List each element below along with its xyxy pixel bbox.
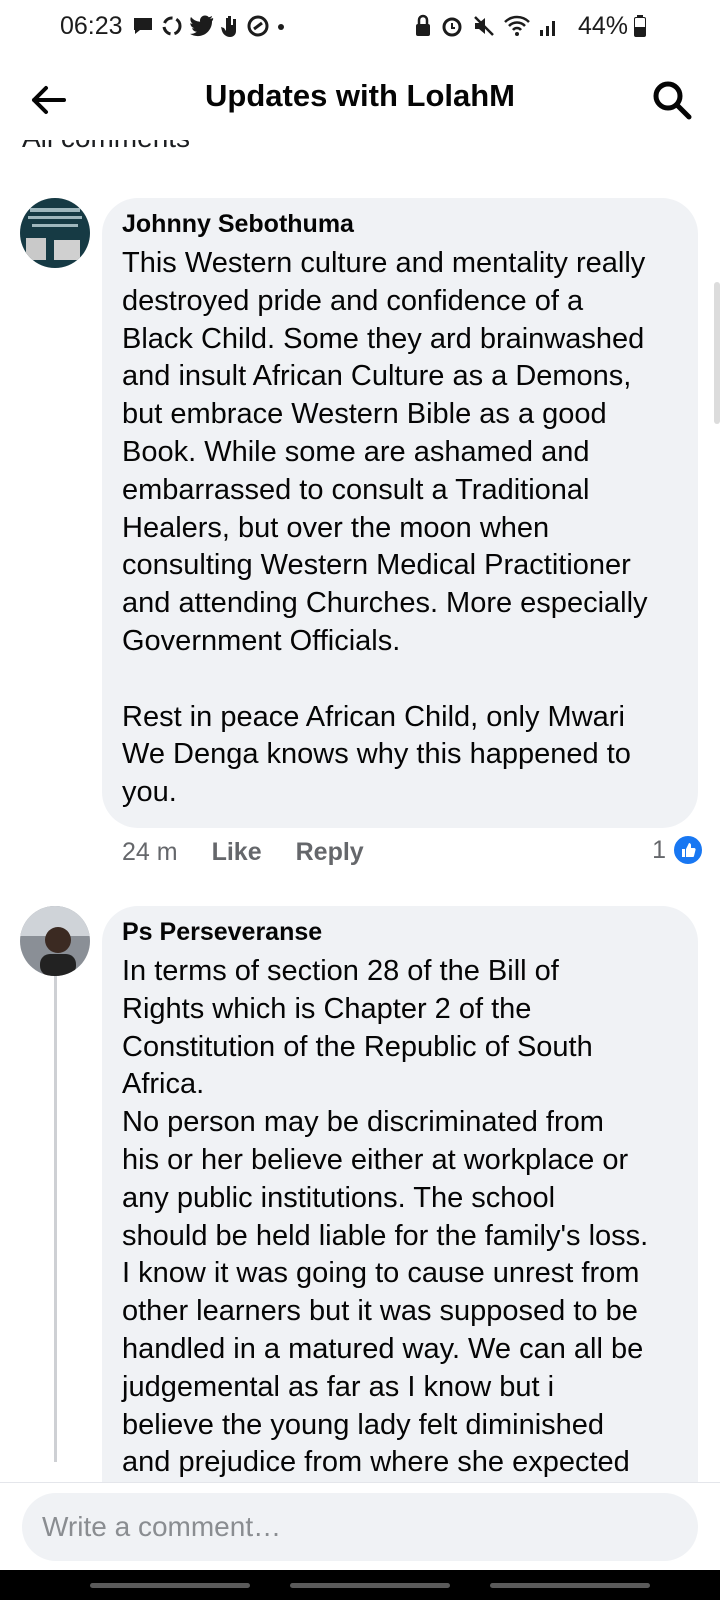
avatar-image	[20, 198, 90, 268]
thumbs-up-icon	[672, 834, 704, 866]
thread-line	[54, 962, 57, 1462]
avatar[interactable]	[20, 198, 90, 268]
alarm-icon	[442, 17, 462, 37]
hand-icon	[221, 16, 236, 37]
comments-filter[interactable]: All comments	[0, 140, 720, 155]
signal-icon	[540, 21, 555, 36]
back-button[interactable]	[490, 1583, 650, 1588]
sync-icon	[162, 16, 182, 36]
battery-percent: 44%	[577, 12, 628, 40]
comment-input[interactable]	[22, 1493, 698, 1561]
home-button[interactable]	[290, 1583, 450, 1588]
system-navigation-bar	[0, 1570, 720, 1600]
system-icons	[414, 14, 560, 38]
reply-button[interactable]: Reply	[296, 838, 364, 867]
comment-bubble[interactable]: Johnny Sebothuma This Western culture an…	[102, 198, 698, 828]
recent-apps-button[interactable]	[90, 1583, 250, 1588]
twitter-icon	[190, 15, 214, 37]
comment-text: This Western culture and mentality reall…	[122, 247, 648, 809]
avatar-image	[20, 906, 90, 976]
avatar[interactable]	[20, 906, 90, 976]
scrollbar[interactable]	[714, 282, 720, 424]
like-button[interactable]: Like	[212, 838, 262, 867]
comment-text: In terms of section 28 of the Bill of Ri…	[122, 955, 649, 1479]
page-title: Updates with LolahM	[205, 78, 515, 113]
notification-icons	[132, 14, 286, 38]
wifi-icon	[504, 15, 530, 36]
search-icon[interactable]	[650, 78, 694, 122]
top-app-bar: Updates with LolahM	[0, 56, 720, 140]
reaction-count: 1	[652, 835, 666, 864]
dot-icon	[278, 24, 284, 30]
comment-time[interactable]: 24 m	[122, 838, 178, 867]
status-bar: 06:23 44%	[0, 0, 720, 56]
message-icon	[134, 18, 152, 34]
comment-actions: 24 m Like Reply	[122, 838, 364, 867]
comment-bubble[interactable]: Ps Perseveranse In terms of section 28 o…	[102, 906, 698, 1546]
battery-icon	[634, 15, 646, 37]
mute-icon	[474, 16, 494, 36]
comments-filter-label: All comments	[22, 140, 190, 154]
comment-author[interactable]: Ps Perseveranse	[122, 918, 678, 947]
ring-icon	[247, 15, 269, 37]
lock-icon	[416, 14, 430, 36]
status-time: 06:23	[60, 12, 123, 40]
comment-author[interactable]: Johnny Sebothuma	[122, 210, 678, 239]
reaction-summary[interactable]: 1	[652, 834, 704, 866]
